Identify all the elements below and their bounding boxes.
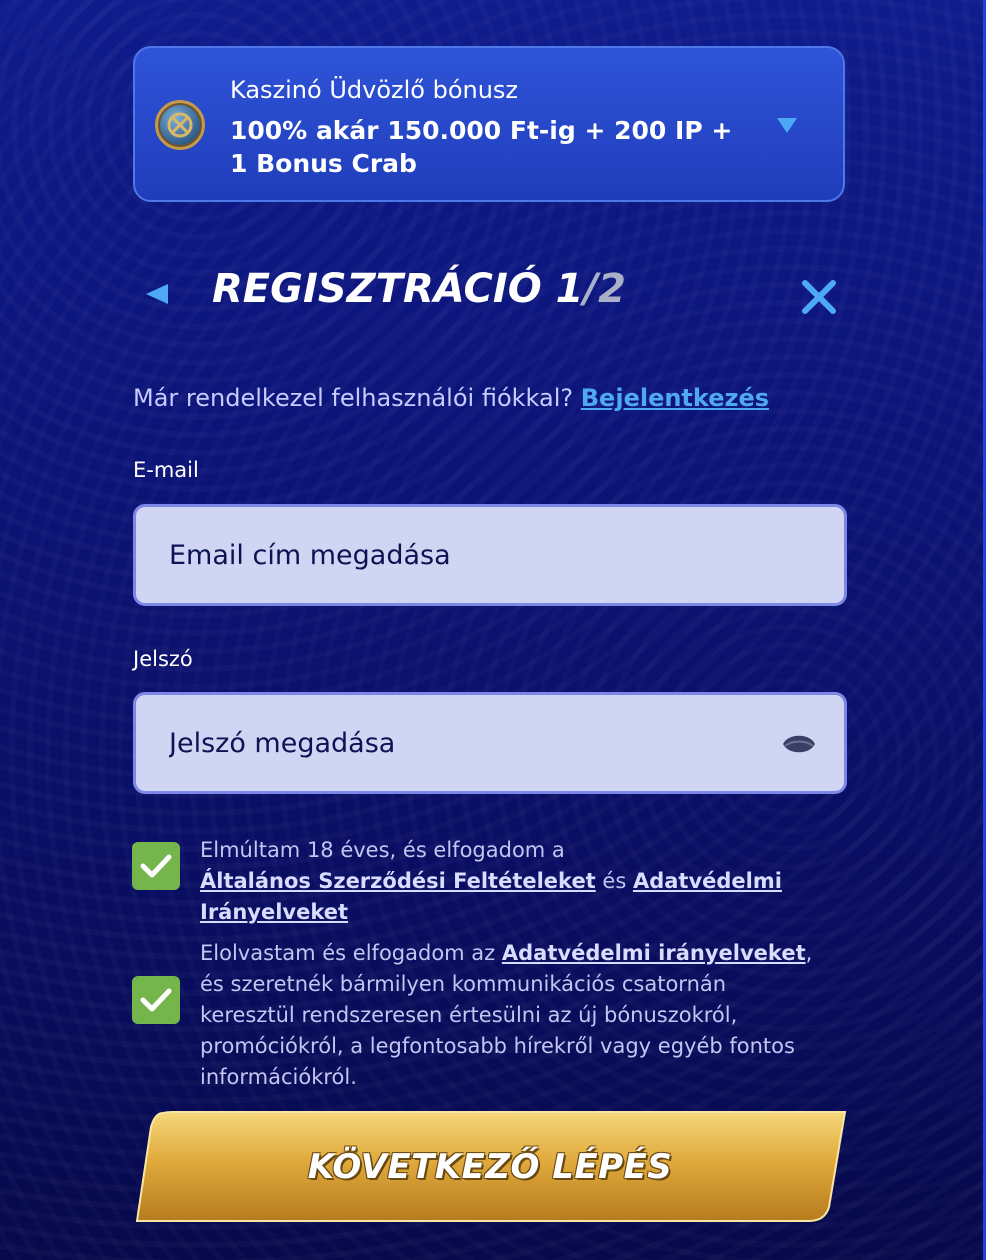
eye-icon[interactable]: [782, 731, 816, 757]
login-prompt: Már rendelkezel felhasználói fiókkal? Be…: [133, 384, 769, 412]
back-arrow-icon[interactable]: [146, 284, 168, 304]
login-prompt-text: Már rendelkezel felhasználói fiókkal?: [133, 384, 574, 412]
bonus-description: 100% akár 150.000 Ft-ig + 200 IP + 1 Bon…: [230, 116, 733, 178]
page-title: REGISZTRÁCIÓ 1/2: [212, 266, 626, 312]
password-field-box[interactable]: [133, 692, 847, 794]
email-field-box[interactable]: [133, 504, 847, 606]
age-terms-text: Elmúltam 18 éves, és elfogadom a Általán…: [200, 835, 860, 928]
privacy-guidelines-link[interactable]: Adatvédelmi irányelveket: [502, 941, 806, 965]
next-step-button[interactable]: KÖVETKEZŐ LÉPÉS: [133, 1111, 847, 1223]
bonus-title: Kaszinó Üdvözlő bónusz: [230, 76, 519, 104]
page-title-main: REGISZTRÁCIÓ 1: [212, 266, 584, 312]
marketing-consent-text: Elolvastam és elfogadom az Adatvédelmi i…: [200, 938, 820, 1093]
login-link[interactable]: Bejelentkezés: [581, 384, 769, 412]
next-step-label: KÖVETKEZŐ LÉPÉS: [307, 1147, 673, 1187]
age-terms-checkbox[interactable]: [132, 842, 180, 890]
bonus-selector[interactable]: Kaszinó Üdvözlő bónusz 100% akár 150.000…: [133, 46, 845, 202]
page-title-step-total: /2: [583, 266, 626, 312]
email-label: E-mail: [133, 458, 199, 482]
password-label: Jelszó: [133, 647, 193, 671]
terms-link[interactable]: Általános Szerződési Feltételeket: [200, 869, 596, 893]
age-terms-text-before: Elmúltam 18 éves, és elfogadom a: [200, 838, 565, 862]
marketing-text-before: Elolvastam és elfogadom az: [200, 941, 496, 965]
age-terms-text-mid: és: [602, 869, 627, 893]
chevron-down-icon[interactable]: [777, 118, 797, 133]
close-icon[interactable]: [800, 278, 838, 316]
email-input[interactable]: [169, 507, 769, 603]
coin-icon: [155, 100, 205, 150]
marketing-checkbox[interactable]: [132, 976, 180, 1024]
password-input[interactable]: [169, 695, 769, 791]
